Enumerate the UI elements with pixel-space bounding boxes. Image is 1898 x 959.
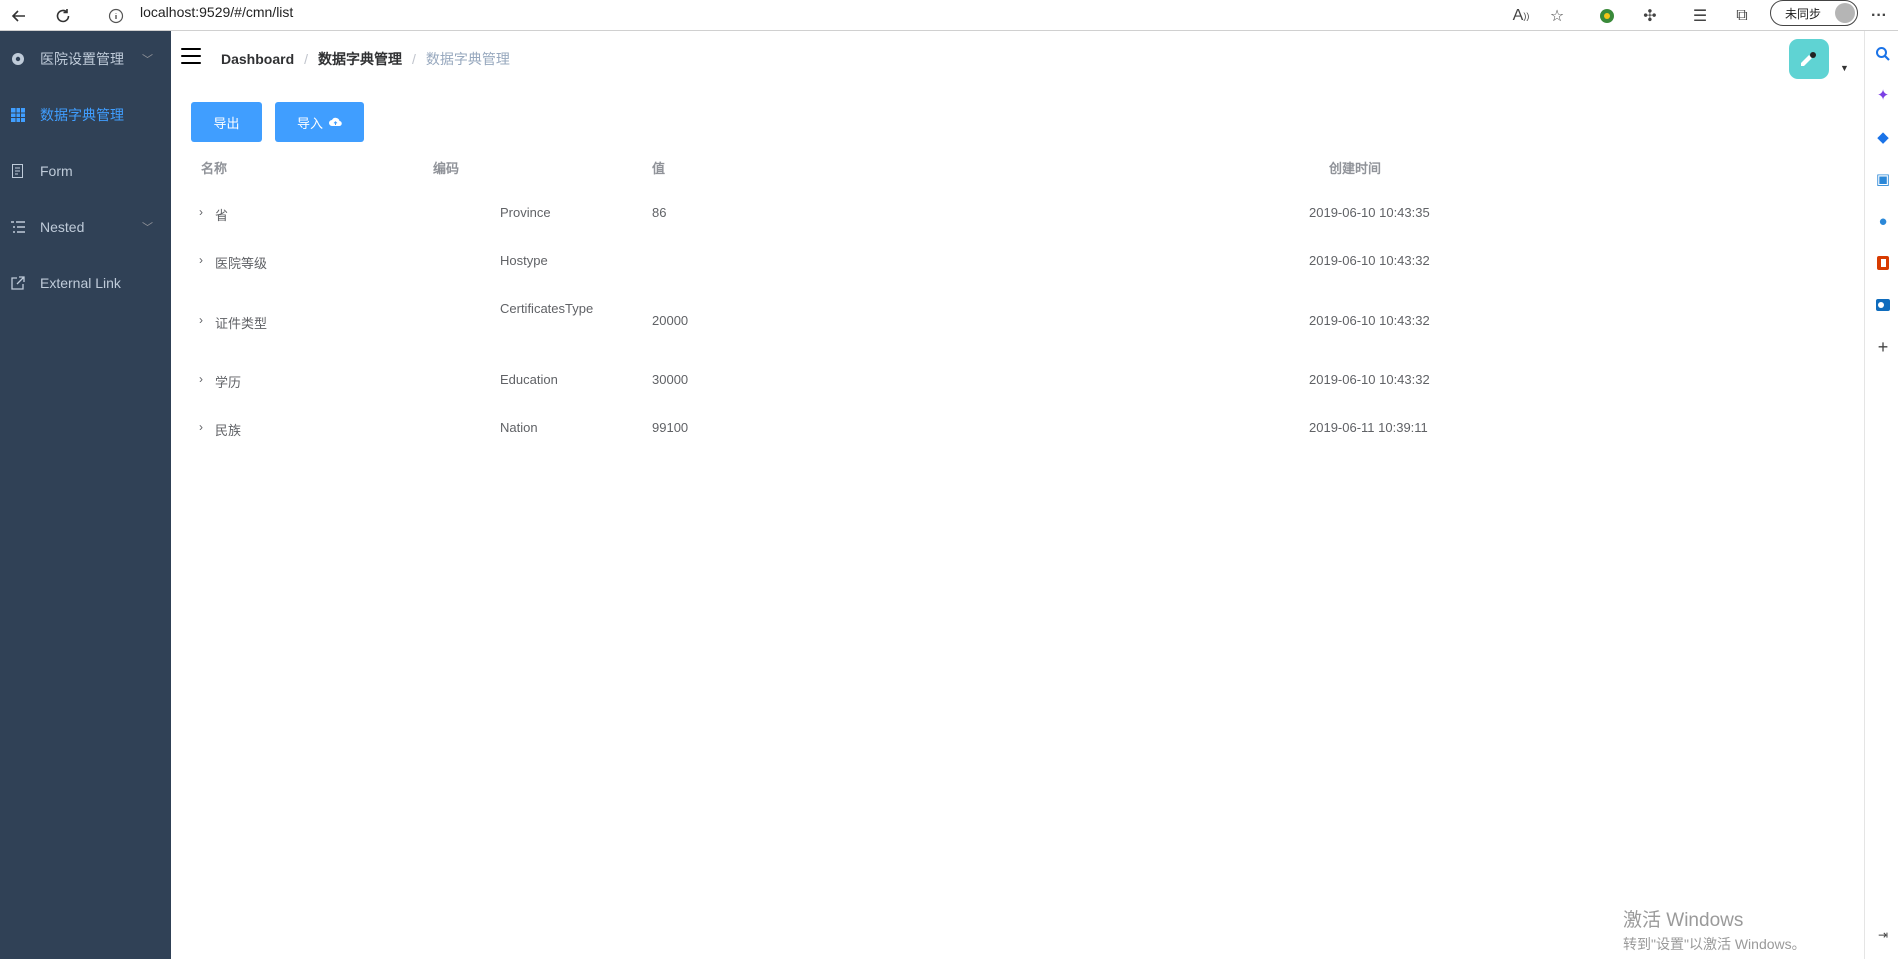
breadcrumb: Dashboard / 数据字典管理 / 数据字典管理	[221, 49, 510, 69]
expand-arrow-icon[interactable]: ›	[199, 420, 203, 434]
sidebar-item-dictionary[interactable]: 数据字典管理	[0, 87, 171, 143]
column-header-code: 编码	[433, 161, 460, 176]
chevron-down-icon: ﹀	[142, 54, 153, 66]
column-header-created: 创建时间	[1329, 161, 1382, 176]
caret-down-icon[interactable]: ▼	[1840, 63, 1849, 73]
sidebar-item-label: Form	[40, 163, 73, 179]
profile-avatar	[1835, 3, 1855, 23]
browser-toolbar: localhost:9529/#/cmn/list A)) ☆ ✣ ☰ ⧉ 未同…	[0, 0, 1898, 31]
shopping-tag-icon[interactable]: ◆	[1873, 127, 1893, 147]
sidebar-item-label: 医院设置管理	[40, 51, 124, 67]
back-icon[interactable]	[2, 0, 36, 31]
chevron-down-icon: ﹀	[142, 222, 153, 234]
column-header-value: 值	[652, 161, 666, 176]
settings-icon	[10, 51, 26, 67]
sidebar: 医院设置管理 ﹀ 数据字典管理 Form Nested ﹀ External L…	[0, 31, 171, 959]
expand-arrow-icon[interactable]: ›	[199, 372, 203, 386]
browser-menu-icon[interactable]: ···	[1866, 3, 1892, 29]
copilot-icon[interactable]: ✦	[1873, 85, 1893, 105]
watermark-title: 激活 Windows	[1623, 910, 1744, 931]
edge-sidebar: ✦ ◆ ▣ ● + ⇥	[1864, 31, 1898, 959]
expand-arrow-icon[interactable]: ›	[199, 205, 203, 219]
sync-label: 未同步	[1785, 6, 1822, 21]
extension-globe-icon[interactable]	[1594, 3, 1620, 29]
upload-cloud-icon	[329, 115, 342, 130]
main-content: Dashboard / 数据字典管理 / 数据字典管理 ▼ 导出 导入 名称 编…	[171, 31, 1864, 959]
sidebar-item-label: 数据字典管理	[40, 107, 124, 123]
sidebar-item-external-link[interactable]: External Link	[0, 255, 171, 311]
breadcrumb-dashboard[interactable]: Dashboard	[221, 51, 294, 67]
read-aloud-icon[interactable]: A))	[1508, 3, 1534, 29]
hide-sidebar-icon[interactable]: ⇥	[1873, 925, 1893, 945]
import-button[interactable]: 导入	[275, 102, 364, 142]
expand-arrow-icon[interactable]: ›	[199, 313, 203, 327]
watermark-subtitle: 转到"设置"以激活 Windows。	[1623, 936, 1806, 952]
sidebar-item-label: Nested	[40, 219, 85, 235]
export-button[interactable]: 导出	[191, 102, 262, 142]
hamburger-icon[interactable]	[181, 48, 201, 64]
address-bar[interactable]: localhost:9529/#/cmn/list	[140, 0, 293, 31]
sidebar-item-form[interactable]: Form	[0, 143, 171, 199]
nested-icon	[10, 219, 26, 235]
add-icon[interactable]: +	[1873, 337, 1893, 357]
site-info-icon[interactable]	[99, 0, 133, 31]
breadcrumb-current: 数据字典管理	[425, 51, 510, 67]
column-header-name: 名称	[201, 161, 228, 176]
favorites-icon[interactable]: ☰	[1687, 3, 1713, 29]
profile-sync-button[interactable]: 未同步	[1770, 0, 1858, 26]
sidebar-item-label: External Link	[40, 275, 121, 291]
external-link-icon	[10, 275, 26, 291]
user-avatar[interactable]	[1789, 39, 1829, 79]
collections-icon[interactable]: ⧉	[1729, 3, 1755, 29]
breadcrumb-dictionary[interactable]: 数据字典管理	[318, 49, 402, 69]
tools-icon[interactable]: ▣	[1873, 169, 1893, 189]
expand-arrow-icon[interactable]: ›	[199, 253, 203, 267]
windows-activation-watermark: 激活 Windows 转到"设置"以激活 Windows。	[1623, 905, 1806, 954]
form-icon	[10, 163, 26, 179]
favorite-add-icon[interactable]: ☆	[1544, 3, 1570, 29]
search-icon[interactable]	[1873, 44, 1893, 64]
people-icon[interactable]: ●	[1873, 211, 1893, 231]
office-icon[interactable]	[1873, 253, 1893, 273]
sidebar-item-nested[interactable]: Nested ﹀	[0, 199, 171, 255]
table-icon	[10, 107, 26, 123]
outlook-icon[interactable]	[1873, 295, 1893, 315]
sidebar-item-hospital-settings[interactable]: 医院设置管理 ﹀	[0, 31, 171, 87]
extensions-icon[interactable]: ✣	[1637, 3, 1663, 29]
refresh-icon[interactable]	[46, 0, 80, 31]
